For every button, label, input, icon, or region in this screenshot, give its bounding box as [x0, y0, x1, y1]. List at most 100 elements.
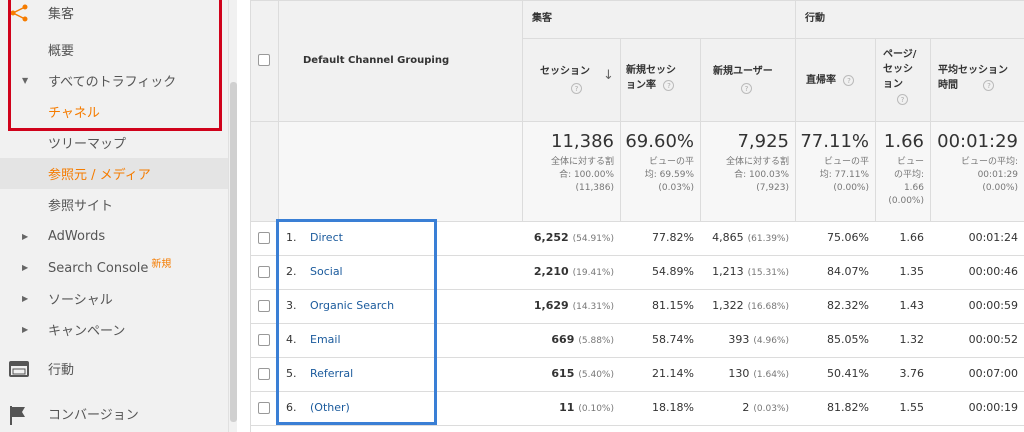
sort-descending-icon[interactable]: ↓: [603, 68, 614, 83]
cell-value: 2: [742, 401, 750, 414]
sidebar-item-label: ソーシャル: [48, 293, 113, 308]
cell-percent: (4.96%): [753, 336, 789, 346]
chevron-right-icon: ▶: [22, 232, 29, 241]
help-icon[interactable]: ?: [741, 83, 752, 94]
cell-new-users: 2 (0.03%): [700, 401, 789, 414]
total-sub-line: 合: 100.00%: [559, 170, 614, 180]
cell-value: 1,322: [712, 299, 744, 312]
cell-value: 1,629: [533, 299, 569, 312]
sidebar-item-label: コンバージョン: [48, 408, 139, 423]
cell-new-users: 393 (4.96%): [700, 333, 789, 346]
grid-line: [930, 38, 931, 221]
sidebar-item-campaigns[interactable]: ▶ キャンペーン: [0, 314, 228, 345]
sidebar-item-adwords[interactable]: ▶ AdWords: [0, 221, 228, 252]
column-header-sessions[interactable]: セッション ?: [540, 64, 590, 95]
column-header-new-session-rate[interactable]: 新規セッシ ョン率 ?: [626, 63, 676, 93]
total-sessions-sub: 全体に対する割 合: 100.00% (11,386): [530, 156, 614, 195]
column-header-pages-per-session[interactable]: ページ/ セッシ ョン ?: [883, 47, 916, 107]
column-header-label: 直帰率: [806, 75, 836, 86]
column-header-label: 時間: [938, 80, 958, 91]
cell-percent: (15.31%): [747, 268, 789, 278]
chevron-right-icon: ▶: [22, 325, 29, 334]
cell-percent: (19.41%): [572, 268, 614, 278]
sidebar-item-behavior[interactable]: 行動: [0, 353, 228, 384]
total-new-users-sub: 全体に対する割 合: 100.03% (7,923): [702, 156, 789, 195]
select-all-checkbox[interactable]: [258, 54, 270, 66]
cell-value: 4,865: [712, 231, 744, 244]
cell-percent: (0.03%): [753, 404, 789, 414]
total-sessions: 11,386: [551, 131, 614, 152]
total-sub-line: 均: 77.11%: [819, 170, 869, 180]
cell-bounce-rate: 82.32%: [827, 299, 869, 312]
column-header-label: セッシ: [883, 64, 913, 75]
grid-line: [250, 0, 1024, 1]
help-icon[interactable]: ?: [843, 74, 855, 86]
cell-value: 669: [551, 333, 575, 346]
total-sub-line: 全体に対する割: [725, 157, 789, 167]
total-pages-per-session-sub: ビュー の平均: 1.66 (0.00%): [877, 156, 924, 208]
column-header-label: 平均セッション: [938, 65, 1008, 76]
total-sub-line: 均: 69.59%: [644, 170, 694, 180]
sidebar-item-text: Search Console: [48, 260, 149, 276]
sidebar-item-referrals[interactable]: 参照サイト: [0, 189, 228, 220]
cell-pages-per-session: 1.35: [899, 265, 925, 278]
sidebar-item-conversions[interactable]: コンバージョン: [0, 398, 228, 429]
column-header-new-users[interactable]: 新規ユーザー ?: [713, 64, 773, 95]
total-sub-line: 全体に対する割: [550, 157, 614, 167]
total-bounce-rate: 77.11%: [800, 131, 869, 152]
help-icon[interactable]: ?: [571, 83, 582, 94]
sidebar-item-source-medium[interactable]: 参照元 / メディア: [0, 158, 228, 189]
cell-value: 130: [728, 367, 750, 380]
help-icon[interactable]: ?: [663, 79, 675, 91]
cell-percent: (14.31%): [572, 302, 614, 312]
cell-pages-per-session: 1.66: [899, 231, 925, 244]
total-pages-per-session: 1.66: [883, 131, 924, 152]
group-header-acquisition: 集客: [532, 13, 552, 24]
total-sub-line: ビューの平: [648, 157, 694, 167]
help-icon[interactable]: ?: [897, 93, 908, 105]
sidebar-item-label: ツリーマップ: [48, 137, 127, 152]
row-checkbox[interactable]: [258, 232, 270, 244]
grid-line: [278, 0, 279, 221]
chevron-right-icon: ▶: [22, 263, 29, 272]
cell-value: 6,252: [533, 231, 569, 244]
grid-line: [250, 425, 1024, 426]
sidebar-item-label: AdWords: [48, 229, 106, 244]
sidebar-scrollbar[interactable]: [228, 0, 237, 432]
cell-bounce-rate: 81.82%: [827, 401, 869, 414]
grid-line: [700, 38, 701, 221]
row-checkbox[interactable]: [258, 300, 270, 312]
cell-avg-duration: 00:01:24: [968, 231, 1018, 244]
column-header-label: ョン率: [626, 80, 656, 91]
cell-new-session-rate: 77.82%: [652, 231, 694, 244]
sidebar-item-social[interactable]: ▶ ソーシャル: [0, 283, 228, 314]
column-header-avg-duration[interactable]: 平均セッション 時間 ?: [938, 63, 1008, 93]
sidebar-item-treemap[interactable]: ツリーマップ: [0, 127, 228, 158]
cell-sessions: 615 (5.40%): [522, 367, 614, 380]
annotation-red-box: [8, 0, 222, 131]
new-badge: 新規: [151, 258, 172, 270]
cell-sessions: 669 (5.88%): [522, 333, 614, 346]
row-checkbox[interactable]: [258, 334, 270, 346]
scrollbar-thumb[interactable]: [230, 82, 237, 422]
row-checkbox[interactable]: [258, 368, 270, 380]
total-sub-line: 1.66: [903, 183, 924, 193]
row-checkbox[interactable]: [258, 402, 270, 414]
column-header-bounce-rate[interactable]: 直帰率 ?: [806, 73, 855, 88]
total-sub-line: (0.03%): [658, 183, 694, 193]
total-new-session-rate: 69.60%: [625, 131, 694, 152]
cell-pages-per-session: 3.76: [899, 367, 925, 380]
sidebar-item-label: Search Console 新規: [48, 258, 172, 276]
cell-pages-per-session: 1.32: [899, 333, 925, 346]
cell-pages-per-session: 1.55: [899, 401, 925, 414]
column-header-label: ョン: [883, 79, 903, 90]
help-icon[interactable]: ?: [983, 79, 995, 91]
grid-line: [250, 121, 1024, 122]
grid-line: [620, 38, 621, 221]
cell-new-session-rate: 54.89%: [652, 265, 694, 278]
sidebar-item-search-console[interactable]: ▶ Search Console 新規: [0, 252, 228, 283]
row-checkbox[interactable]: [258, 266, 270, 278]
total-avg-duration: 00:01:29: [937, 131, 1018, 152]
dimension-header[interactable]: Default Channel Grouping: [303, 53, 449, 68]
cell-value: 1,213: [712, 265, 744, 278]
